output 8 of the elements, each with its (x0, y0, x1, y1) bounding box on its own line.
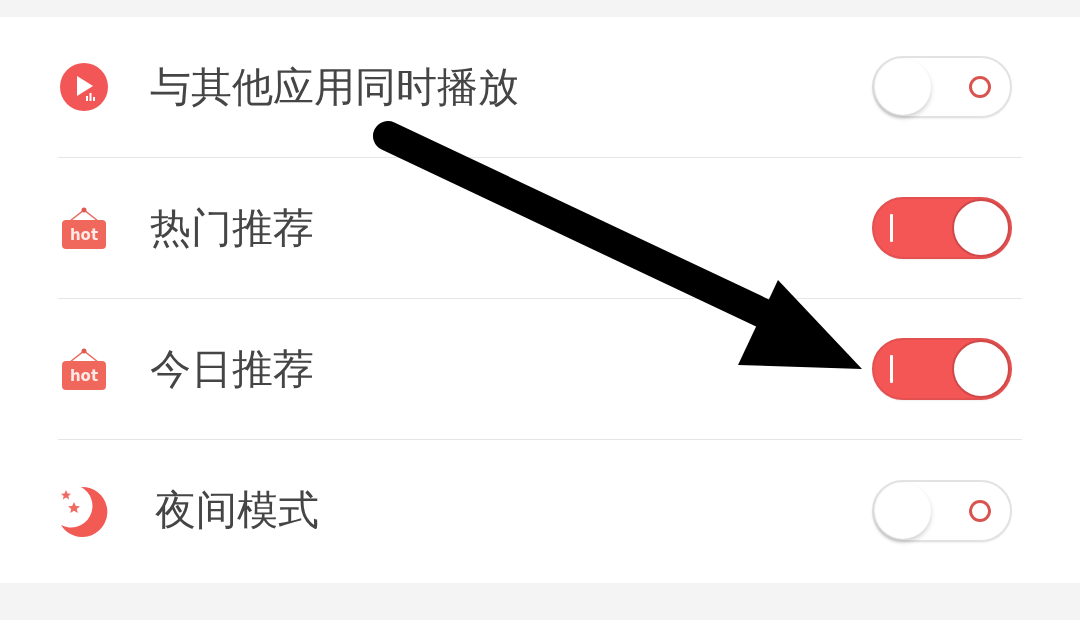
setting-label: 夜间模式 (154, 485, 320, 536)
toggle-switch[interactable] (872, 197, 1012, 259)
setting-label: 与其他应用同时播放 (150, 61, 520, 113)
play-icon (60, 63, 108, 111)
moon-stars-icon (59, 484, 109, 537)
toggle-switch[interactable] (872, 338, 1012, 400)
setting-label: 热门推荐 (150, 202, 315, 254)
setting-label: 今日推荐 (150, 343, 315, 395)
